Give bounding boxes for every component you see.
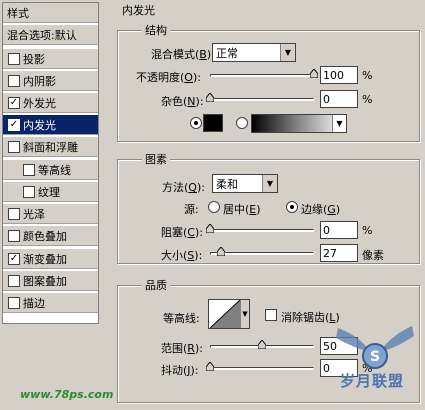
source-edge-radio[interactable]	[286, 201, 298, 213]
watermark-left: www.78ps.com	[20, 388, 114, 401]
watermark-right-text: 岁月联盟	[340, 372, 405, 390]
source-center-label: 居中(E)	[223, 203, 261, 216]
sidebar-item-label: 样式	[7, 6, 29, 20]
sidebar-item[interactable]: 等高线	[3, 160, 98, 180]
sidebar-item-checkbox[interactable]	[8, 274, 20, 287]
sidebar-item-checkbox[interactable]	[8, 296, 20, 309]
sidebar-item-label: 外发光	[23, 96, 56, 110]
opacity-input[interactable]: 100	[320, 66, 358, 84]
sidebar-item[interactable]: 投影	[3, 49, 98, 69]
quality-title: 品质	[142, 277, 170, 293]
noise-slider[interactable]	[210, 98, 314, 101]
sidebar-item-checkbox[interactable]	[23, 185, 35, 198]
opacity-unit: %	[362, 69, 373, 82]
range-slider-thumb[interactable]	[258, 340, 266, 349]
sidebar-item-label: 内阴影	[23, 74, 56, 88]
sidebar-item-label: 纹理	[38, 185, 60, 199]
sidebar-item-label: 图案叠加	[23, 274, 67, 288]
size-slider-thumb[interactable]	[217, 247, 226, 256]
source-center-radio[interactable]	[208, 201, 220, 213]
sidebar-item-checkbox[interactable]	[8, 140, 20, 153]
size-input[interactable]: 27	[320, 244, 358, 262]
noise-label: 杂色(N):	[161, 95, 204, 108]
chevron-down-icon: ▼	[262, 175, 277, 192]
contour-picker[interactable]: ▼	[208, 299, 250, 329]
choke-input[interactable]: 0	[320, 221, 358, 239]
sidebar-item[interactable]: 图案叠加	[3, 271, 98, 291]
sidebar-item-checkbox[interactable]	[8, 229, 20, 242]
sidebar-item[interactable]: ✓ 内发光	[3, 115, 98, 135]
jitter-slider-thumb[interactable]	[206, 362, 214, 371]
noise-unit: %	[362, 93, 373, 106]
panel-title: 内发光	[122, 4, 155, 17]
sidebar-item-label: 斜面和浮雕	[23, 140, 78, 154]
sidebar-item-label: 等高线	[38, 163, 71, 177]
blend-mode-label: 混合模式(B):	[151, 48, 215, 61]
sidebar-item[interactable]: 内阴影	[3, 71, 98, 91]
jitter-label: 抖动(J):	[161, 364, 199, 377]
sidebar-item-label: 描边	[23, 296, 45, 310]
sidebar-item-checkbox[interactable]: ✓	[8, 118, 20, 131]
sidebar-item-label: 内发光	[23, 118, 56, 132]
sidebar-item-label: 颜色叠加	[23, 229, 67, 243]
choke-label: 阻塞(C):	[161, 226, 203, 239]
glow-color-swatch[interactable]	[203, 114, 223, 132]
gradient-radio[interactable]	[236, 117, 248, 129]
size-label: 大小(S):	[161, 249, 203, 262]
sidebar-item[interactable]: 斜面和浮雕	[3, 137, 98, 157]
sidebar-item-checkbox[interactable]: ✓	[8, 252, 20, 265]
sidebar-header[interactable]: 混合选项:默认	[3, 25, 98, 45]
blend-mode-select[interactable]: 正常 ▼	[212, 43, 296, 62]
noise-input[interactable]: 0	[320, 90, 358, 108]
chevron-down-icon: ▼	[280, 44, 295, 61]
svg-text:S: S	[370, 349, 380, 365]
contour-label: 等高线:	[163, 312, 200, 325]
solid-color-radio[interactable]	[190, 117, 202, 129]
sidebar-item-checkbox[interactable]: ✓	[8, 96, 20, 109]
source-edge-label: 边缘(G)	[301, 203, 341, 216]
method-value: 柔和	[216, 177, 238, 191]
opacity-label: 不透明度(O):	[136, 71, 201, 84]
chevron-down-icon: ▼	[240, 300, 249, 328]
elements-title: 图素	[142, 151, 170, 167]
sidebar-item-label: 投影	[23, 52, 45, 66]
sidebar-item-checkbox[interactable]	[23, 163, 35, 176]
sidebar-item-label: 混合选项:默认	[7, 28, 77, 42]
choke-unit: %	[362, 224, 373, 237]
range-label: 范围(R):	[161, 342, 203, 355]
contour-linear-icon	[210, 300, 240, 328]
styles-sidebar: 样式 混合选项:默认 投影 内阴影 ✓ 外发光 ✓ 内发光 斜面和浮雕 等高线 纹理 光泽 颜色叠加 ✓ 渐…	[0, 0, 102, 410]
source-label: 源:	[184, 203, 199, 216]
opacity-slider-thumb[interactable]	[310, 69, 318, 78]
method-label: 方法(Q):	[162, 181, 205, 194]
sidebar-item-label: 光泽	[23, 207, 45, 221]
sidebar-item[interactable]: 颜色叠加	[3, 226, 98, 246]
sidebar-item[interactable]: ✓ 外发光	[3, 93, 98, 113]
sidebar-item[interactable]: 光泽	[3, 204, 98, 224]
styles-list: 样式 混合选项:默认 投影 内阴影 ✓ 外发光 ✓ 内发光 斜面和浮雕 等高线 纹理 光泽 颜色叠加 ✓ 渐…	[2, 2, 99, 324]
sidebar-item-checkbox[interactable]	[8, 207, 20, 220]
antialias-checkbox[interactable]	[265, 309, 277, 321]
size-slider[interactable]	[210, 252, 314, 255]
gradient-picker[interactable]: ▼	[251, 114, 347, 133]
size-unit: 像素	[362, 249, 384, 262]
sidebar-item[interactable]: ✓ 渐变叠加	[3, 249, 98, 269]
jitter-slider[interactable]	[210, 367, 314, 370]
sidebar-item-label: 渐变叠加	[23, 252, 67, 266]
blend-mode-value: 正常	[216, 46, 238, 60]
watermark-logo: S 岁月联盟	[330, 318, 420, 398]
opacity-slider[interactable]	[210, 74, 314, 77]
choke-slider[interactable]	[210, 229, 314, 232]
sidebar-item[interactable]: 纹理	[3, 182, 98, 202]
chevron-down-icon: ▼	[332, 115, 346, 132]
structure-title: 结构	[142, 22, 170, 38]
choke-slider-thumb[interactable]	[206, 224, 214, 233]
sidebar-header[interactable]: 样式	[3, 3, 98, 23]
method-select[interactable]: 柔和 ▼	[212, 174, 278, 193]
sidebar-item[interactable]: 描边	[3, 293, 98, 313]
sidebar-item-checkbox[interactable]	[8, 52, 20, 65]
sidebar-item-checkbox[interactable]	[8, 74, 20, 87]
noise-slider-thumb[interactable]	[206, 93, 214, 102]
